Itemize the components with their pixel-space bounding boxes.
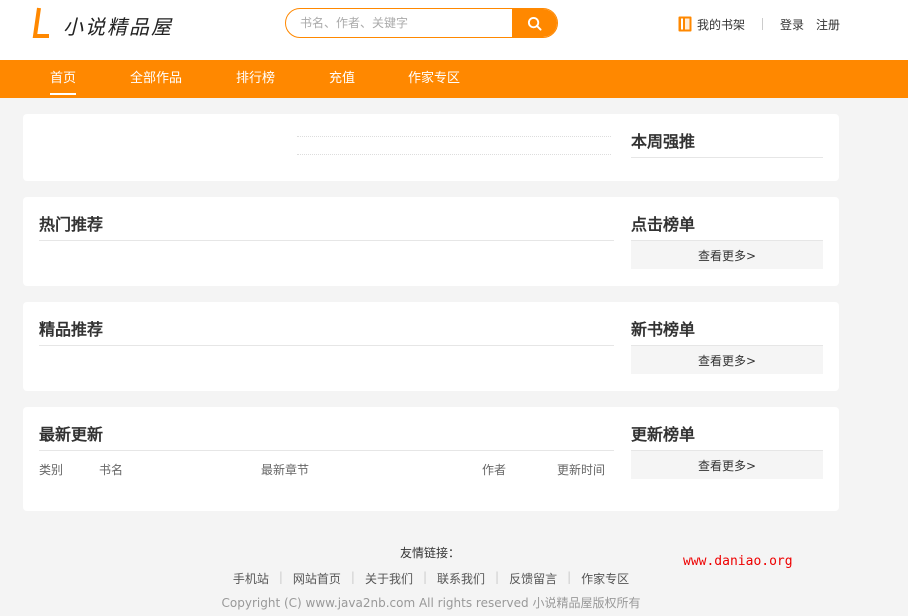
table-header-book-name: 书名 bbox=[99, 463, 124, 477]
footer-link-author-zone[interactable]: 作家专区 bbox=[581, 570, 629, 587]
divider bbox=[761, 18, 763, 30]
weekly-recommend-title: 本周强推 bbox=[631, 132, 696, 151]
latest-update-title: 最新更新 bbox=[39, 425, 104, 444]
footer-link-feedback[interactable]: 反馈留言 bbox=[509, 570, 557, 587]
panel-fine: 精品推荐 新书榜单 查看更多> bbox=[23, 302, 839, 391]
register-link[interactable]: 注册 bbox=[816, 16, 840, 33]
fine-recommend-title: 精品推荐 bbox=[39, 320, 104, 339]
main-nav: 首页 全部作品 排行榜 充值 作家专区 bbox=[0, 60, 908, 98]
footer-link-mobile[interactable]: 手机站 bbox=[233, 570, 269, 587]
table-header-category: 类别 bbox=[39, 463, 64, 477]
logo-mark-icon bbox=[32, 7, 49, 38]
search-input[interactable] bbox=[300, 9, 510, 37]
search-icon bbox=[527, 16, 542, 31]
update-rank-more-button[interactable]: 查看更多> bbox=[631, 451, 823, 479]
nav-home[interactable]: 首页 bbox=[50, 60, 77, 98]
new-book-rank-title: 新书榜单 bbox=[631, 320, 696, 339]
divider: | bbox=[567, 570, 572, 584]
search-button[interactable] bbox=[512, 9, 557, 37]
divider bbox=[39, 450, 614, 451]
nav-all-works[interactable]: 全部作品 bbox=[130, 60, 182, 98]
update-rank-title: 更新榜单 bbox=[631, 425, 696, 444]
my-bookshelf-link[interactable]: 我的书架 bbox=[697, 16, 745, 33]
hot-recommend-title: 热门推荐 bbox=[39, 215, 104, 234]
user-links: 我的书架 登录 注册 bbox=[678, 15, 840, 33]
bookshelf-icon bbox=[678, 16, 692, 32]
panel-weekly: 本周强推 bbox=[23, 114, 839, 181]
click-rank-title: 点击榜单 bbox=[631, 215, 696, 234]
divider: | bbox=[495, 570, 500, 584]
divider bbox=[39, 240, 614, 241]
divider bbox=[297, 154, 611, 155]
site-logo[interactable]: 小说精品屋 bbox=[32, 6, 202, 42]
new-book-rank-more-button[interactable]: 查看更多> bbox=[631, 346, 823, 374]
panel-latest: 最新更新 类别 书名 最新章节 作者 更新时间 更新榜单 查看更多> bbox=[23, 407, 839, 511]
divider: | bbox=[422, 570, 428, 584]
panel-hot: 热门推荐 点击榜单 查看更多> bbox=[23, 197, 839, 286]
divider: | bbox=[278, 570, 283, 584]
divider: | bbox=[350, 570, 355, 584]
divider bbox=[297, 136, 611, 137]
click-rank-more-button[interactable]: 查看更多> bbox=[631, 241, 823, 269]
footer-link-about[interactable]: 关于我们 bbox=[365, 570, 413, 587]
logo-text: 小说精品屋 bbox=[63, 15, 173, 39]
table-header-update-time: 更新时间 bbox=[557, 463, 606, 477]
site-header: 小说精品屋 我的书架 登录 注册 bbox=[0, 0, 908, 60]
nav-author-zone[interactable]: 作家专区 bbox=[408, 60, 460, 98]
watermark-text: www.daniao.org bbox=[683, 554, 793, 569]
footer-link-home[interactable]: 网站首页 bbox=[293, 570, 341, 587]
nav-recharge[interactable]: 充值 bbox=[329, 60, 355, 98]
table-header-author: 作者 bbox=[482, 463, 507, 477]
login-link[interactable]: 登录 bbox=[780, 16, 804, 33]
divider bbox=[39, 345, 614, 346]
divider bbox=[631, 157, 823, 158]
footer-link-contact[interactable]: 联系我们 bbox=[437, 570, 485, 587]
table-header-latest-chapter: 最新章节 bbox=[261, 463, 310, 477]
nav-rankings[interactable]: 排行榜 bbox=[236, 60, 275, 98]
copyright-text: Copyright (C) www.java2nb.com All rights… bbox=[221, 596, 641, 610]
search-box bbox=[285, 8, 558, 38]
footer-links: 手机站 | 网站首页 | 关于我们 | 联系我们 | 反馈留言 | 作家专区 bbox=[0, 570, 862, 587]
